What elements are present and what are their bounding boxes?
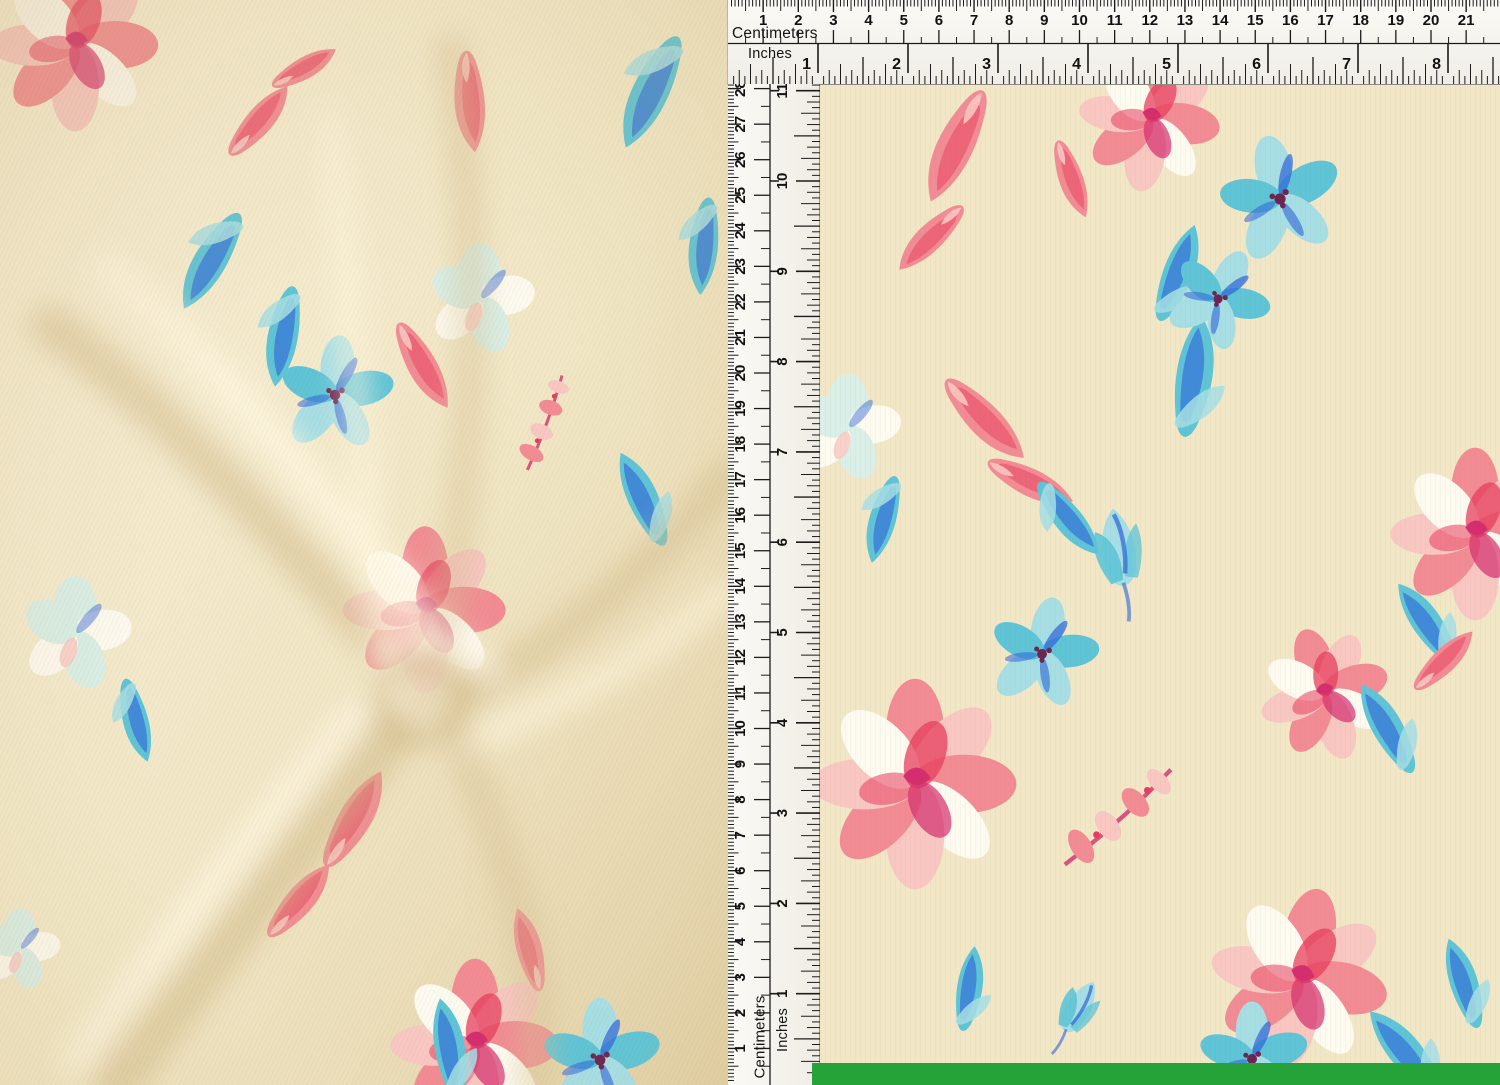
ruler-number: 5 [900,12,908,29]
ruler-number: 13 [732,614,749,631]
ruler-number: 11 [732,685,749,701]
ruler-number: 24 [732,222,749,239]
ruler-number: 3 [829,12,837,29]
ruler-number: 9 [732,760,749,768]
ruler-number: 18 [732,436,749,453]
ruler-number: 20 [732,365,749,382]
ruler-number: 14 [732,577,749,594]
ruler-number: 6 [935,12,943,29]
vertical-ruler: 1234567891011121314151617181920212223242… [728,84,820,1085]
vertical-ruler-inch-label: Inches [775,1008,791,1052]
ruler-number: 2 [774,899,791,907]
ruler-number: 13 [1177,12,1194,29]
ruler-number: 21 [732,329,749,346]
ruler-number: 22 [732,294,749,311]
horizontal-ruler-ticks: 1234567891011121314151617181920211234567… [728,0,1500,84]
ruler-number: 17 [732,471,749,488]
draped-fabric-photo [0,0,728,1085]
flat-fabric-art [820,84,1500,1085]
ruler-number: 9 [774,267,791,275]
ruler-number: 6 [732,867,749,875]
ruler-number: 10 [1071,12,1088,29]
ruler-number: 8 [732,795,749,803]
ruler-number: 10 [732,720,749,737]
ruler-number: 4 [774,718,791,727]
ruler-number: 5 [774,628,791,636]
ruler-number: 6 [774,538,791,546]
ruler-number: 18 [1352,12,1369,29]
ruler-number: 9 [1040,12,1048,29]
green-color-bar [812,1063,1500,1085]
fabric-product-photo: 1234567891011121314151617181920211234567… [0,0,1500,1085]
ruler-number: 14 [1212,12,1229,29]
ruler-number: 7 [774,448,791,456]
ruler-number: 1 [774,990,791,998]
ruler-number: 5 [732,902,749,910]
ruler-number: 26 [732,151,749,168]
ruler-number: 21 [1458,12,1475,29]
ruler-number: 8 [1005,12,1013,29]
ruler-number: 2 [732,1009,749,1017]
ruler-number: 15 [732,542,749,559]
horizontal-ruler-inch-label: Inches [748,46,792,62]
ruler-number: 7 [970,12,978,29]
ruler-number: 17 [1317,12,1334,29]
ruler-number: 3 [732,973,749,981]
horizontal-ruler-cm-label: Centimeters [732,25,818,43]
ruler-number: 11 [1107,12,1123,29]
ruler-number: 11 [774,84,791,99]
vertical-ruler-cm-label: Centimeters [752,995,769,1078]
ruler-number: 3 [774,809,791,817]
ruler-number: 19 [732,400,749,417]
horizontal-ruler: 1234567891011121314151617181920211234567… [728,0,1500,85]
ruler-number: 10 [774,173,791,190]
ruler-number: 12 [732,649,749,666]
ruler-number: 7 [732,831,749,839]
ruler-number: 15 [1247,12,1264,29]
vertical-ruler-ticks: 1234567891011121314151617181920212223242… [728,84,820,1085]
ruler-number: 4 [864,12,873,29]
ruler-number: 23 [732,258,749,275]
ruler-number: 25 [732,187,749,204]
ruler-number: 20 [1423,12,1440,29]
ruler-number: 16 [732,507,749,524]
photo-vignette [0,0,728,1085]
flat-fabric-panel [820,84,1500,1085]
ruler-number: 16 [1282,12,1299,29]
ruler-number: 19 [1388,12,1405,29]
draped-fabric-art [0,0,728,1085]
ruler-number: 27 [732,116,749,133]
ruler-number: 8 [774,357,791,365]
ruler-number: 28 [732,84,749,97]
ruler-number: 1 [732,1044,749,1052]
ruler-number: 12 [1141,12,1158,29]
ruler-number: 4 [732,937,749,946]
